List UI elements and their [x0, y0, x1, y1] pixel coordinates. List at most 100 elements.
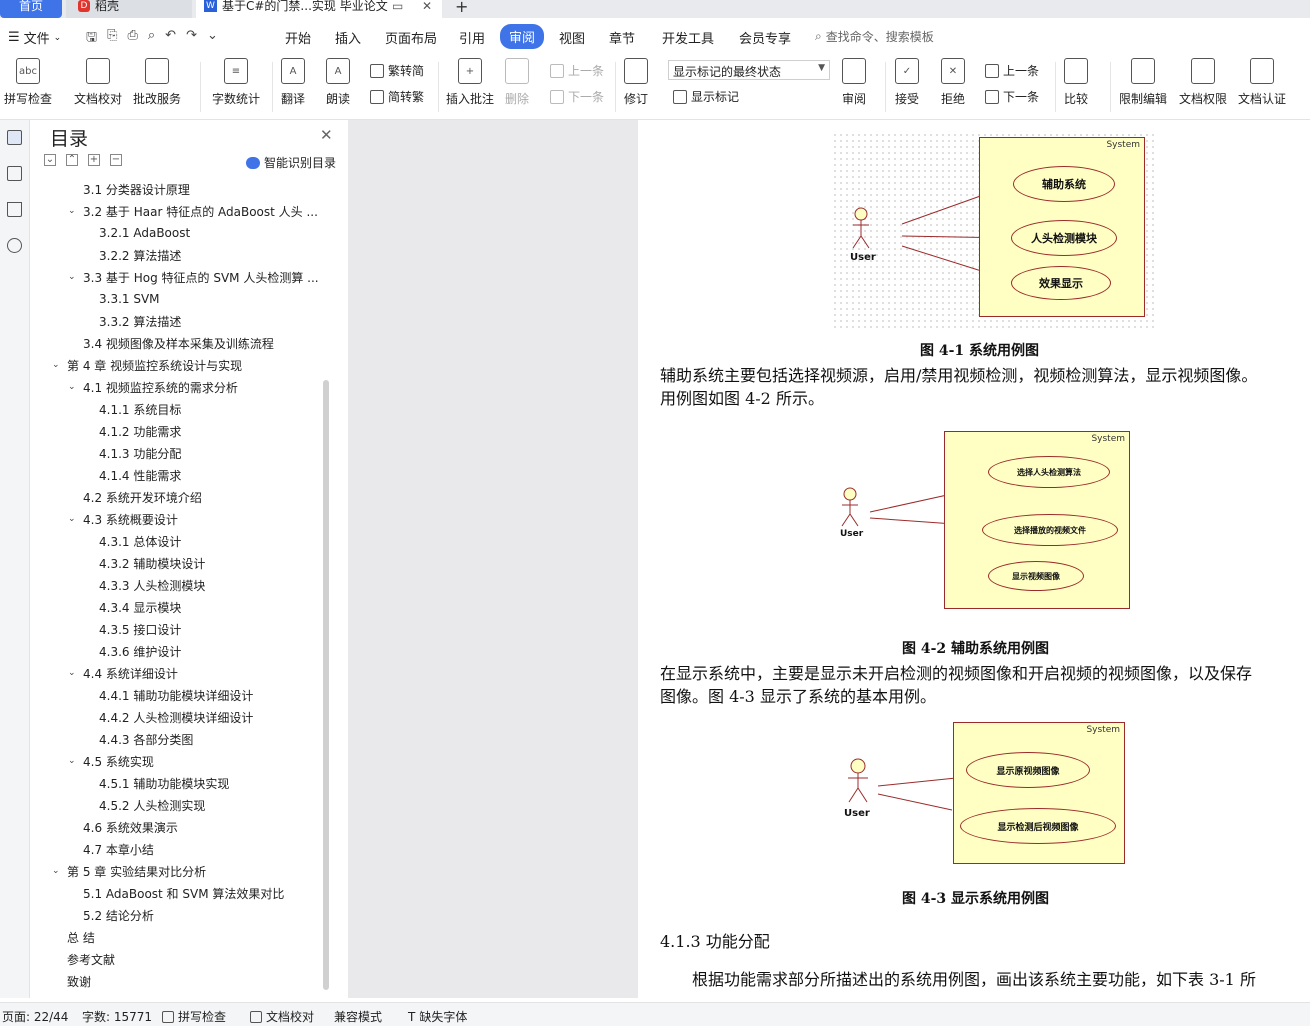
spell-check-status[interactable]: 拼写检查: [162, 1008, 226, 1025]
toc-item[interactable]: 致谢: [67, 970, 91, 992]
toc-item[interactable]: 总 结: [67, 926, 95, 948]
save-icon[interactable]: 🖫: [86, 28, 97, 50]
menu-item-member[interactable]: 会员专享: [739, 28, 791, 47]
doc-permission-button[interactable]: 文档权限: [1179, 58, 1227, 107]
toc-item[interactable]: 5.1 AdaBoost 和 SVM 算法效果对比: [83, 882, 284, 904]
next-comment-button[interactable]: 下一条: [550, 88, 604, 105]
toc-item[interactable]: 3.2.2 算法描述: [99, 244, 181, 266]
markup-display-select[interactable]: 显示标记的最终状态 ▼: [668, 60, 830, 80]
word-count-indicator[interactable]: 字数: 15771: [82, 1008, 152, 1025]
smart-toc-button[interactable]: 智能识别目录: [246, 154, 336, 171]
read-aloud-button[interactable]: A 朗读: [326, 58, 350, 107]
trad-to-simp-button[interactable]: 繁转简: [370, 62, 424, 79]
toc-item[interactable]: 3.2.1 AdaBoost: [99, 222, 190, 244]
chevron-down-icon[interactable]: ⌄: [52, 360, 60, 370]
toc-item[interactable]: 参考文献: [67, 948, 115, 970]
remove-heading-icon[interactable]: −: [110, 154, 122, 166]
undo-icon[interactable]: ↶: [165, 28, 176, 50]
new-tab-icon[interactable]: +: [455, 0, 468, 16]
more-icon[interactable]: ⌄: [207, 28, 218, 50]
file-menu[interactable]: ☰ 文件 ⌄: [8, 28, 61, 47]
toc-item[interactable]: 4.3.5 接口设计: [99, 618, 181, 640]
toc-item[interactable]: 4.2 系统开发环境介绍: [83, 486, 202, 508]
toc-item[interactable]: 4.3.6 维护设计: [99, 640, 181, 662]
chapter-nav-icon[interactable]: [7, 166, 22, 181]
compare-button[interactable]: 比较: [1064, 58, 1088, 107]
toc-item[interactable]: 4.3.3 人头检测模块: [99, 574, 205, 596]
toc-item[interactable]: 4.3.2 辅助模块设计: [99, 552, 205, 574]
toc-item[interactable]: ⌄ 第 4 章 视频监控系统设计与实现: [52, 354, 242, 376]
menu-item-review[interactable]: 审阅: [500, 24, 545, 49]
chevron-down-icon[interactable]: ⌄: [68, 206, 76, 216]
menu-item-start[interactable]: 开始: [285, 28, 311, 47]
insert-comment-button[interactable]: + 插入批注: [446, 58, 494, 107]
next-change-button[interactable]: 下一条: [985, 88, 1039, 105]
tab-daoke[interactable]: D 稻壳: [66, 0, 192, 18]
document-page[interactable]: User System 辅助系统 人头检测模块 效果显示 图 4-1 系统用例图…: [638, 120, 1310, 998]
toc-item[interactable]: ⌄ 3.2 基于 Haar 特征点的 AdaBoost 人头 ...: [68, 200, 318, 222]
page-indicator[interactable]: 页面: 22/44: [2, 1008, 68, 1025]
tab-document[interactable]: W 基于C#的门禁...实现 毕业论文 ▭ ✕: [196, 0, 442, 18]
toc-item[interactable]: 4.3.1 总体设计: [99, 530, 181, 552]
close-tab-icon[interactable]: ✕: [422, 0, 432, 12]
chevron-down-icon[interactable]: ⌄: [68, 668, 76, 678]
pin-icon[interactable]: ▭: [392, 0, 403, 12]
proofread-button[interactable]: 文档校对: [74, 58, 122, 107]
toc-item[interactable]: 4.1.4 性能需求: [99, 464, 181, 486]
toc-item[interactable]: 5.2 结论分析: [83, 904, 154, 926]
toc-item[interactable]: 4.5.2 人头检测实现: [99, 794, 205, 816]
toc-item[interactable]: 3.1 分类器设计原理: [83, 178, 190, 200]
missing-font-status[interactable]: T 缺失字体: [408, 1008, 467, 1025]
restrict-edit-button[interactable]: 限制编辑: [1119, 58, 1167, 107]
toc-item[interactable]: 4.4.3 各部分类图: [99, 728, 193, 750]
delete-comment-button[interactable]: 删除: [505, 58, 529, 107]
toc-item[interactable]: 3.4 视频图像及样本采集及训练流程: [83, 332, 274, 354]
compat-mode-status[interactable]: 兼容模式: [334, 1008, 382, 1025]
toc-item[interactable]: 4.3.4 显示模块: [99, 596, 181, 618]
command-search[interactable]: ⌕ 查找命令、搜索模板: [815, 28, 934, 45]
show-markup-button[interactable]: 显示标记: [673, 88, 739, 105]
toc-item[interactable]: 3.3.1 SVM: [99, 288, 160, 310]
bookmark-icon[interactable]: [7, 202, 22, 217]
export-icon[interactable]: ⎘: [107, 28, 117, 50]
menu-item-layout[interactable]: 页面布局: [385, 28, 437, 47]
menu-item-devtools[interactable]: 开发工具: [662, 28, 714, 47]
chevron-down-icon[interactable]: ⌄: [68, 756, 76, 766]
print-icon[interactable]: ⎙: [127, 28, 137, 50]
toc-pane-icon[interactable]: [7, 130, 22, 145]
toc-item[interactable]: ⌄ 4.4 系统详细设计: [68, 662, 178, 684]
tab-home[interactable]: 首页: [0, 0, 62, 18]
toc-item[interactable]: ⌄ 第 5 章 实验结果对比分析: [52, 860, 206, 882]
toc-item[interactable]: 4.1.1 系统目标: [99, 398, 181, 420]
toc-item[interactable]: ⌄ 4.5 系统实现: [68, 750, 154, 772]
chevron-down-icon[interactable]: ⌄: [68, 382, 76, 392]
menu-item-section[interactable]: 章节: [609, 28, 635, 47]
translate-button[interactable]: A 翻译: [281, 58, 305, 107]
chevron-down-icon[interactable]: ⌄: [68, 514, 76, 524]
toc-item[interactable]: 4.4.2 人头检测模块详细设计: [99, 706, 253, 728]
collapse-all-icon[interactable]: ⌃: [66, 154, 78, 166]
prev-change-button[interactable]: 上一条: [985, 62, 1039, 79]
toc-item[interactable]: 4.7 本章小结: [83, 838, 154, 860]
toc-item[interactable]: 4.1.3 功能分配: [99, 442, 181, 464]
word-count-button[interactable]: ≡ 字数统计: [212, 58, 260, 107]
menu-item-insert[interactable]: 插入: [335, 28, 361, 47]
close-icon[interactable]: ✕: [320, 126, 333, 144]
toc-item[interactable]: 4.4.1 辅助功能模块详细设计: [99, 684, 253, 706]
toc-item[interactable]: ⌄ 3.3 基于 Hog 特征点的 SVM 人头检测算 ...: [68, 266, 319, 288]
reject-button[interactable]: ✕ 拒绝: [941, 58, 965, 107]
menu-item-reference[interactable]: 引用: [459, 28, 485, 47]
toc-item[interactable]: 3.3.2 算法描述: [99, 310, 181, 332]
toc-item[interactable]: 4.1.2 功能需求: [99, 420, 181, 442]
chevron-down-icon[interactable]: ⌄: [68, 272, 76, 282]
simp-to-trad-button[interactable]: 简转繁: [370, 88, 424, 105]
toc-scrollbar[interactable]: [323, 380, 329, 990]
toc-item[interactable]: 4.5.1 辅助功能模块实现: [99, 772, 229, 794]
toc-item[interactable]: 4.6 系统效果演示: [83, 816, 178, 838]
accept-button[interactable]: ✓ 接受: [895, 58, 919, 107]
search-icon[interactable]: [7, 238, 22, 253]
proofread-status[interactable]: 文档校对: [250, 1008, 314, 1025]
spell-check-button[interactable]: abc 拼写检查: [4, 58, 52, 107]
toc-item[interactable]: ⌄ 4.3 系统概要设计: [68, 508, 178, 530]
prev-comment-button[interactable]: 上一条: [550, 62, 604, 79]
